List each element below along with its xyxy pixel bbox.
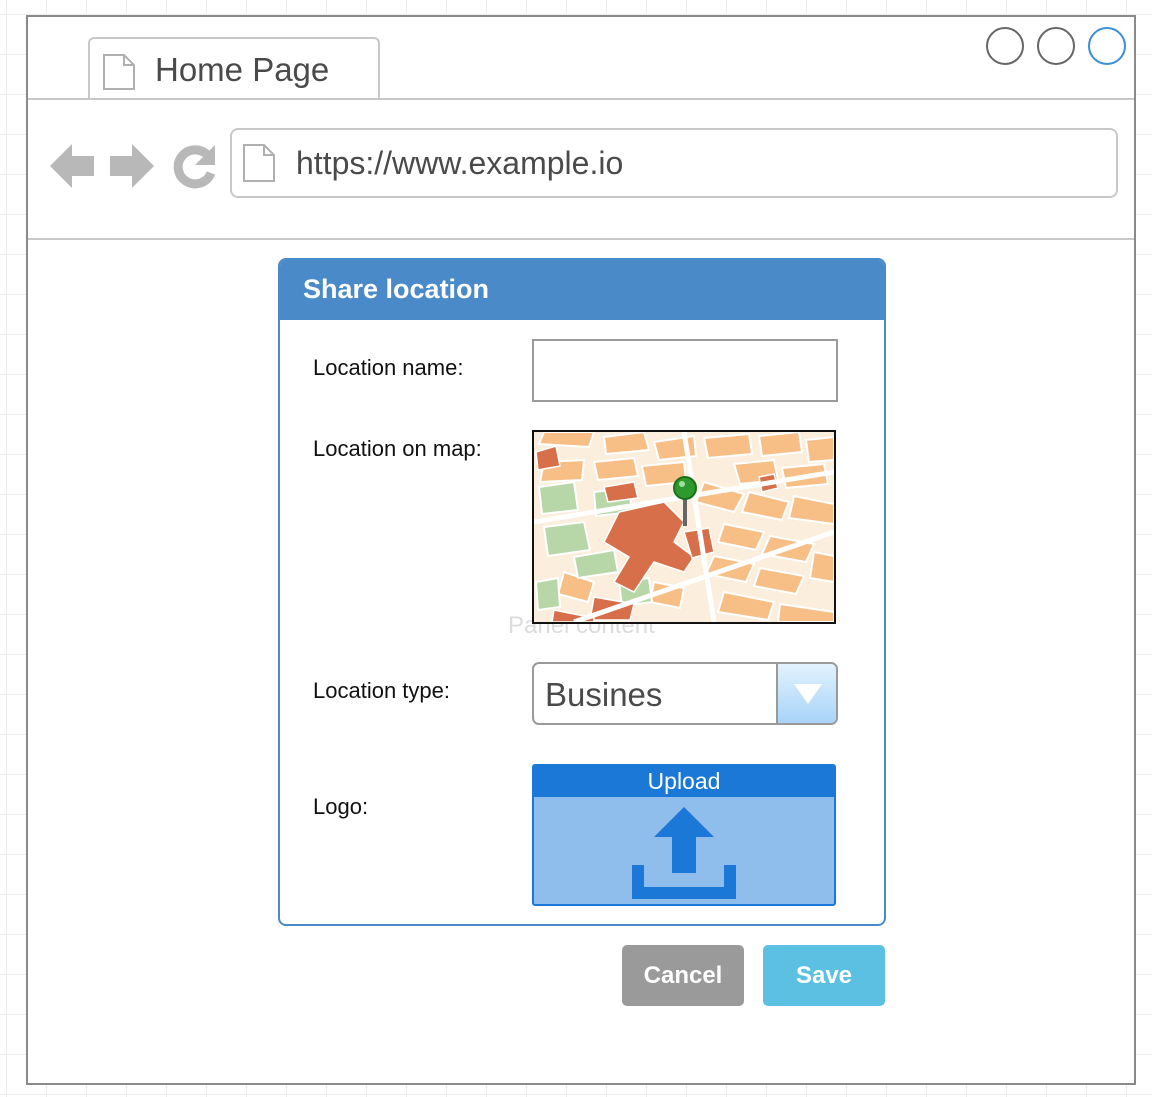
share-location-dialog: Share location Panel content Location na… [278, 258, 886, 926]
save-button[interactable]: Save [763, 945, 885, 1006]
window-control-3-icon[interactable] [1088, 27, 1126, 65]
window-control-2-icon[interactable] [1037, 27, 1075, 65]
location-type-select[interactable]: Busines [532, 662, 838, 725]
location-map[interactable] [532, 430, 836, 624]
toolbar-divider [28, 238, 1134, 240]
upload-header: Upload [534, 766, 834, 797]
tab-title: Home Page [155, 51, 330, 88]
dialog-header: Share location [280, 260, 884, 320]
location-name-label: Location name: [313, 355, 464, 380]
address-bar[interactable]: https://www.example.io [230, 128, 1118, 198]
reload-icon[interactable] [171, 143, 217, 194]
back-arrow-icon[interactable] [48, 142, 96, 195]
dropdown-arrow[interactable] [776, 664, 836, 723]
page-icon [102, 53, 136, 96]
logo-label: Logo: [313, 794, 369, 819]
tab-home-page[interactable]: Home Page [88, 37, 380, 100]
logo-upload[interactable]: Upload [532, 764, 836, 906]
upload-icon [630, 805, 738, 904]
location-type-value: Busines [545, 676, 663, 713]
location-name-input[interactable] [532, 339, 838, 402]
page-icon [242, 143, 276, 188]
window-control-1-icon[interactable] [986, 27, 1024, 65]
dialog-title: Share location [303, 274, 490, 304]
location-type-label: Location type: [313, 678, 450, 703]
chevron-down-icon [794, 684, 822, 709]
location-map-label: Location on map: [313, 436, 482, 461]
cancel-button[interactable]: Cancel [622, 945, 744, 1006]
url-text: https://www.example.io [296, 145, 624, 181]
upload-label: Upload [647, 768, 721, 794]
forward-arrow-icon[interactable] [108, 142, 156, 195]
titlebar-divider [28, 98, 1134, 100]
